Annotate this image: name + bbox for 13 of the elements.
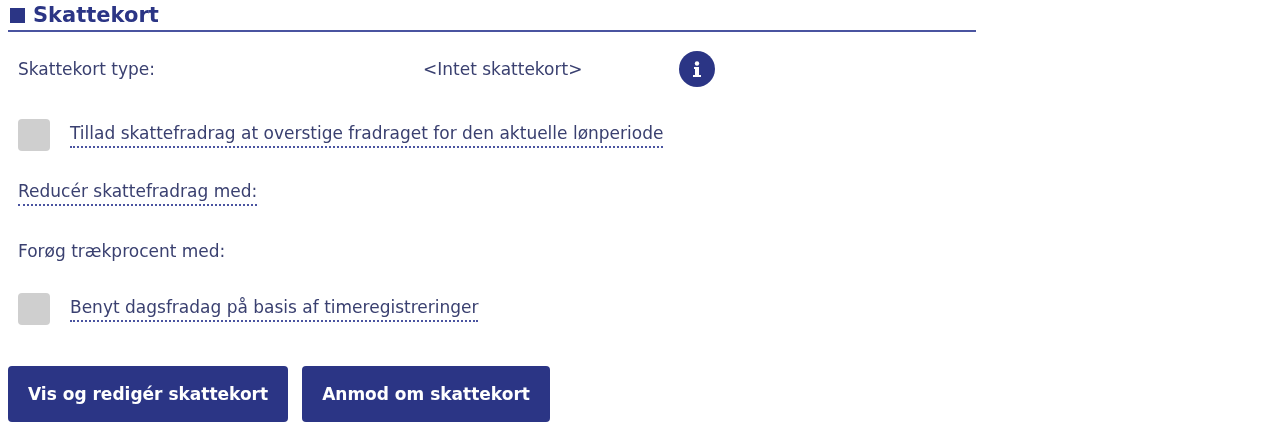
field-label: Reducér skattefradrag med: [18, 180, 258, 206]
info-icon[interactable] [679, 51, 715, 87]
square-icon [10, 7, 25, 23]
checkbox-label[interactable]: Tillad skattefradrag at overstige fradraget for den aktuelle lønperiode [70, 122, 664, 148]
action-button[interactable]: Vis og redigér skattekort [8, 366, 289, 422]
field-label: Skattekort type: [18, 59, 156, 79]
section-title: Skattekort [33, 3, 159, 27]
checkbox-label[interactable]: Benyt dagsfradag på basis af timeregistreringer [70, 296, 479, 322]
field-value: <Intet skattekort> [423, 59, 584, 79]
field-label: Forøg trækprocent med: [18, 241, 226, 261]
checkbox[interactable] [18, 293, 50, 325]
action-button[interactable]: Anmod om skattekort [302, 366, 550, 422]
checkbox[interactable] [18, 119, 50, 151]
